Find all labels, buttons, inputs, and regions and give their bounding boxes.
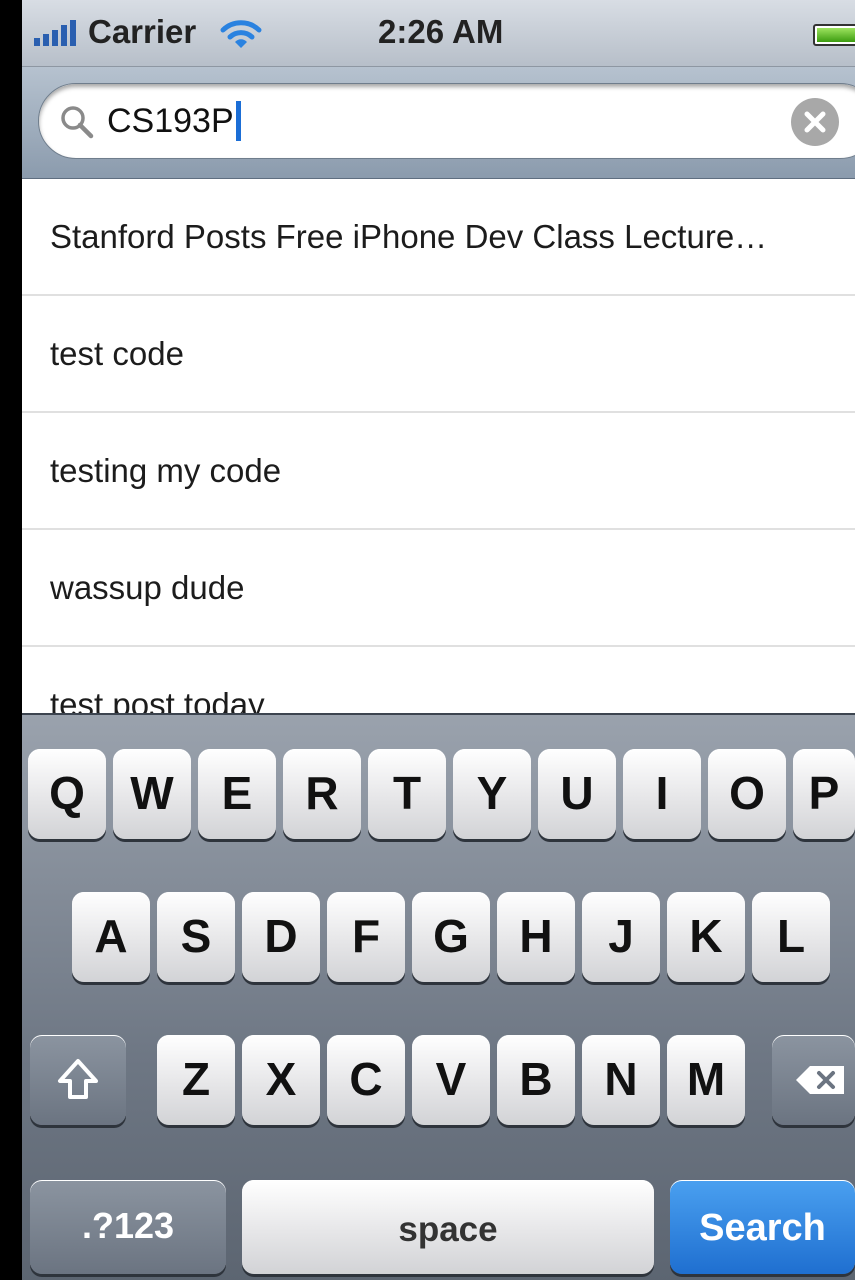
key-label: C bbox=[349, 1053, 383, 1105]
key-label: .?123 bbox=[81, 1205, 175, 1246]
clear-search-button[interactable] bbox=[791, 98, 839, 146]
key-label: V bbox=[435, 1053, 467, 1105]
clear-icon bbox=[804, 111, 826, 133]
key-e[interactable]: E bbox=[198, 749, 276, 839]
list-item[interactable]: test code bbox=[22, 296, 855, 413]
key-label: E bbox=[221, 767, 253, 819]
key-l[interactable]: L bbox=[752, 892, 830, 982]
key-g[interactable]: G bbox=[412, 892, 490, 982]
key-label: K bbox=[689, 910, 723, 962]
search-results-list: Stanford Posts Free iPhone Dev Class Lec… bbox=[22, 179, 855, 764]
key-label: I bbox=[655, 767, 669, 819]
search-bar: CS193P bbox=[22, 67, 855, 179]
key-y[interactable]: Y bbox=[453, 749, 531, 839]
numbers-key[interactable]: .?123 bbox=[30, 1180, 226, 1274]
text-cursor bbox=[235, 101, 241, 141]
key-label: X bbox=[265, 1053, 297, 1105]
battery-icon bbox=[813, 24, 855, 46]
key-label: space bbox=[398, 1210, 498, 1249]
key-label: N bbox=[604, 1053, 638, 1105]
key-v[interactable]: V bbox=[412, 1035, 490, 1125]
key-h[interactable]: H bbox=[497, 892, 575, 982]
key-c[interactable]: C bbox=[327, 1035, 405, 1125]
key-label: H bbox=[519, 910, 553, 962]
search-input[interactable]: CS193P bbox=[38, 83, 855, 159]
key-z[interactable]: Z bbox=[157, 1035, 235, 1125]
battery-level bbox=[817, 28, 855, 42]
key-m[interactable]: M bbox=[667, 1035, 745, 1125]
key-n[interactable]: N bbox=[582, 1035, 660, 1125]
list-item[interactable]: wassup dude bbox=[22, 530, 855, 647]
list-item-label: testing my code bbox=[50, 452, 282, 489]
search-input-value: CS193P bbox=[107, 101, 241, 141]
key-q[interactable]: Q bbox=[28, 749, 106, 839]
key-j[interactable]: J bbox=[582, 892, 660, 982]
key-label: F bbox=[351, 910, 381, 962]
key-s[interactable]: S bbox=[157, 892, 235, 982]
search-query-text: CS193P bbox=[107, 102, 234, 140]
key-label: Y bbox=[476, 767, 508, 819]
key-f[interactable]: F bbox=[327, 892, 405, 982]
key-label: U bbox=[560, 767, 594, 819]
key-label: L bbox=[776, 910, 806, 962]
search-icon bbox=[61, 106, 94, 139]
list-item-label: Stanford Posts Free iPhone Dev Class Lec… bbox=[50, 218, 768, 255]
key-label: W bbox=[130, 767, 174, 819]
key-a[interactable]: A bbox=[72, 892, 150, 982]
key-label: T bbox=[392, 767, 422, 819]
space-key[interactable]: space bbox=[242, 1180, 654, 1274]
key-label: A bbox=[94, 910, 128, 962]
key-label: J bbox=[608, 910, 634, 962]
key-x[interactable]: X bbox=[242, 1035, 320, 1125]
list-item-label: test code bbox=[50, 335, 184, 372]
phone-screen: Carrier 2:26 AM CS193P Stanford Posts Fr… bbox=[22, 0, 855, 1280]
key-label: G bbox=[433, 910, 469, 962]
backspace-icon bbox=[796, 1066, 844, 1094]
key-label: Search bbox=[699, 1207, 826, 1249]
key-label: Q bbox=[49, 767, 85, 819]
key-label: S bbox=[180, 910, 212, 962]
key-label: Z bbox=[181, 1053, 211, 1105]
key-label: P bbox=[808, 767, 840, 819]
key-r[interactable]: R bbox=[283, 749, 361, 839]
key-w[interactable]: W bbox=[113, 749, 191, 839]
key-t[interactable]: T bbox=[368, 749, 446, 839]
key-i[interactable]: I bbox=[623, 749, 701, 839]
search-key[interactable]: Search bbox=[670, 1180, 855, 1274]
status-time: 2:26 AM bbox=[378, 13, 504, 50]
list-item[interactable]: testing my code bbox=[22, 413, 855, 530]
carrier-name: Carrier bbox=[88, 13, 197, 50]
list-item[interactable]: Stanford Posts Free iPhone Dev Class Lec… bbox=[22, 179, 855, 296]
key-label: O bbox=[729, 767, 765, 819]
signal-strength-icon bbox=[34, 20, 76, 46]
key-d[interactable]: D bbox=[242, 892, 320, 982]
key-o[interactable]: O bbox=[708, 749, 786, 839]
delete-key[interactable] bbox=[772, 1035, 855, 1125]
key-p[interactable]: P bbox=[793, 749, 855, 839]
wifi-icon bbox=[220, 20, 262, 48]
status-bar: Carrier 2:26 AM bbox=[22, 0, 855, 67]
key-label: R bbox=[305, 767, 339, 819]
list-item-label: wassup dude bbox=[50, 569, 245, 606]
keyboard: Q W E R T Y U I O P A S D F G H J K L Z … bbox=[22, 713, 855, 1280]
key-label: D bbox=[264, 910, 298, 962]
key-k[interactable]: K bbox=[667, 892, 745, 982]
key-b[interactable]: B bbox=[497, 1035, 575, 1125]
key-label: M bbox=[686, 1053, 726, 1105]
shift-arrow-icon bbox=[58, 1059, 98, 1099]
key-label: B bbox=[519, 1053, 553, 1105]
shift-key[interactable] bbox=[30, 1035, 126, 1125]
key-u[interactable]: U bbox=[538, 749, 616, 839]
